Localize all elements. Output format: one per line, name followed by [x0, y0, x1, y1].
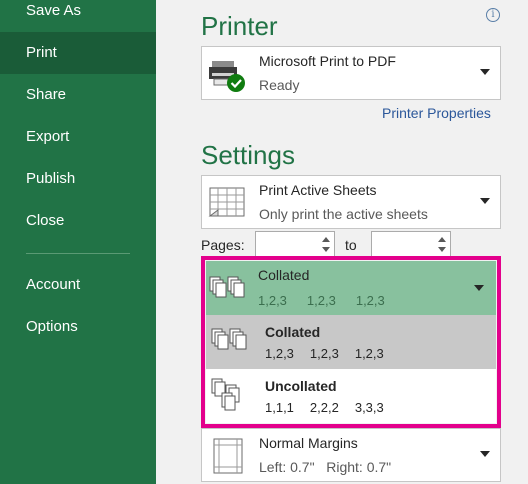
pages-from-input[interactable] — [256, 232, 320, 257]
nav-options[interactable]: Options — [0, 306, 156, 348]
spin-up-icon[interactable] — [436, 234, 448, 245]
collated-icon — [211, 328, 247, 350]
margin-left: Left: 0.7" — [259, 459, 315, 475]
nav-publish[interactable]: Publish — [0, 158, 156, 200]
printer-status: Ready — [259, 77, 300, 93]
print-what-subtitle: Only print the active sheets — [259, 206, 428, 222]
collation-option-nums: 1,1,1 2,2,2 3,3,3 — [265, 400, 400, 415]
margin-right: Right: 0.7" — [326, 459, 392, 475]
printer-heading: Printer — [201, 11, 278, 41]
collation-option-collated[interactable]: Collated 1,2,3 1,2,3 1,2,3 — [206, 315, 496, 369]
printer-dropdown[interactable]: Microsoft Print to PDF Ready — [201, 46, 501, 100]
margins-dropdown[interactable]: Normal Margins Left: 0.7" Right: 0.7" — [201, 428, 501, 482]
margins-title: Normal Margins — [259, 435, 358, 451]
collation-num: 1,2,3 — [354, 346, 384, 361]
chevron-down-icon — [474, 285, 484, 291]
collation-current: Collated — [258, 267, 310, 283]
chevron-down-icon — [480, 451, 490, 457]
collated-icon — [209, 276, 245, 298]
nav-share[interactable]: Share — [0, 74, 156, 116]
chevron-down-icon — [480, 69, 490, 75]
collation-option-label: Collated — [265, 324, 321, 340]
spin-down-icon[interactable] — [436, 245, 448, 256]
nav-print[interactable]: Print — [0, 32, 156, 74]
printer-icon — [209, 61, 245, 92]
printer-name: Microsoft Print to PDF — [259, 53, 396, 69]
pages-label: Pages: — [201, 237, 245, 253]
settings-heading: Settings — [201, 140, 295, 170]
info-icon[interactable]: i — [486, 8, 500, 22]
collation-option-label: Uncollated — [265, 378, 337, 394]
nav-divider — [26, 253, 130, 254]
collation-num: 1,2,3 — [265, 346, 294, 361]
margins-icon — [213, 438, 243, 474]
print-what-dropdown[interactable]: Print Active Sheets Only print the activ… — [201, 175, 501, 229]
collation-option-uncollated[interactable]: Uncollated 1,1,1 2,2,2 3,3,3 — [206, 369, 496, 423]
pages-to-label: to — [345, 237, 357, 253]
collation-menu: Collated 1,2,3 1,2,3 1,2,3 Uncollated 1,1,… — [206, 315, 496, 423]
collation-num: 3,3,3 — [354, 400, 384, 415]
nav-save-as[interactable]: Save As — [0, 0, 156, 32]
collation-num: 1,2,3 — [258, 293, 287, 308]
pages-from-stepper[interactable] — [255, 231, 335, 258]
collation-option-nums: 1,2,3 1,2,3 1,2,3 — [265, 346, 400, 361]
collation-num: 1,2,3 — [355, 293, 385, 308]
uncollated-icon — [211, 378, 240, 411]
collation-num: 1,1,1 — [265, 400, 294, 415]
pages-to-stepper[interactable] — [371, 231, 451, 258]
collation-num: 2,2,2 — [309, 400, 339, 415]
collation-current-nums: 1,2,3 1,2,3 1,2,3 — [258, 293, 405, 308]
margins-detail: Left: 0.7" Right: 0.7" — [259, 459, 391, 475]
printer-properties-link[interactable]: Printer Properties — [382, 105, 491, 121]
print-what-title: Print Active Sheets — [259, 182, 377, 198]
collation-dropdown[interactable]: Collated 1,2,3 1,2,3 1,2,3 — [206, 261, 496, 315]
backstage-sidebar: Save As Print Share Export Publish Close… — [0, 0, 156, 484]
collation-num: 1,2,3 — [306, 293, 336, 308]
nav-account[interactable]: Account — [0, 264, 156, 306]
pages-to-input[interactable] — [372, 232, 436, 257]
spin-down-icon[interactable] — [320, 245, 332, 256]
print-pane: Printer i Microsoft Print to PDF Ready P… — [156, 0, 528, 484]
nav-close[interactable]: Close — [0, 200, 156, 242]
spin-up-icon[interactable] — [320, 234, 332, 245]
sheet-grid-icon — [208, 187, 245, 217]
nav-export[interactable]: Export — [0, 116, 156, 158]
collation-num: 1,2,3 — [309, 346, 339, 361]
chevron-down-icon — [480, 198, 490, 204]
